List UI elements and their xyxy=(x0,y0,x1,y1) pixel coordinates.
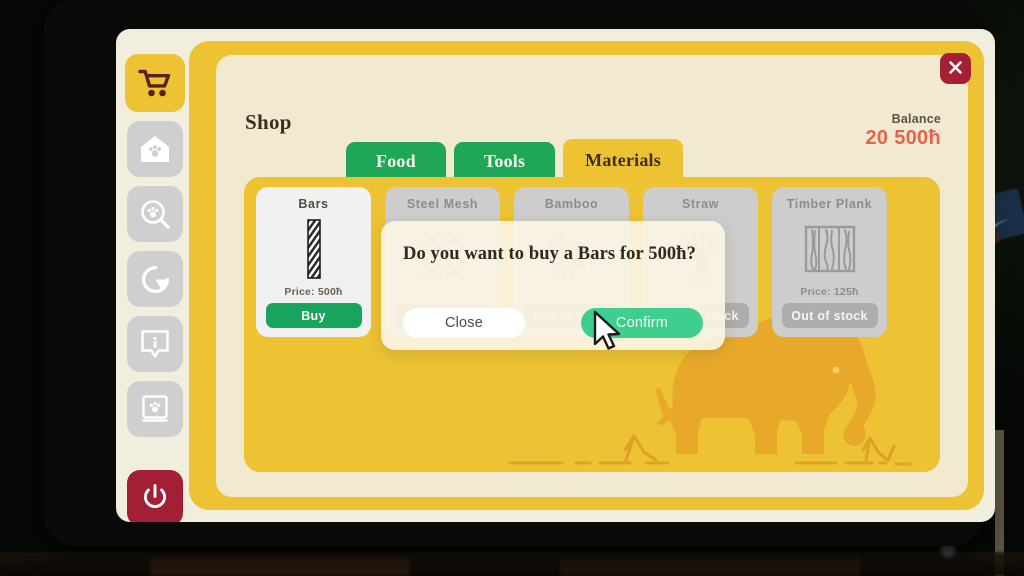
sidebar-item-journal[interactable] xyxy=(127,381,183,437)
paw-search-icon xyxy=(139,198,171,230)
product-name: Bars xyxy=(298,197,329,211)
balance-label: Balance xyxy=(891,112,941,126)
timber-plank-icon xyxy=(780,211,879,286)
product-name: Steel Mesh xyxy=(406,197,479,211)
sidebar-item-home[interactable] xyxy=(127,121,183,177)
tab-tools[interactable]: Tools xyxy=(453,142,556,181)
sidebar xyxy=(116,29,194,522)
tab-bar: Food Tools Materials xyxy=(346,139,683,181)
sidebar-item-info[interactable] xyxy=(127,316,183,372)
dialog-close-button[interactable]: Close xyxy=(403,308,525,338)
product-name: Bamboo xyxy=(544,197,599,211)
product-card-bars[interactable]: Bars Price: 500ħ Buy xyxy=(256,187,371,337)
out-of-stock-button: Out of stock xyxy=(781,303,878,328)
page-title: Shop xyxy=(245,110,292,134)
buy-button[interactable]: Buy xyxy=(265,303,362,328)
product-name: Timber Plank xyxy=(786,197,873,211)
paw-book-icon xyxy=(140,394,170,425)
product-card-timber-plank[interactable]: Timber Plank Price: 125ħ Out of stock xyxy=(772,187,887,337)
balance-block: Balance 20 500ħ xyxy=(866,112,942,150)
product-price: Price: 125ħ xyxy=(800,286,859,298)
desk-object-left xyxy=(150,556,410,576)
refresh-circle-icon xyxy=(140,264,171,295)
dialog-message: Do you want to buy a Bars for 500ħ? xyxy=(403,244,697,264)
desk-object-right xyxy=(560,558,860,576)
dialog-actions: Close Confirm xyxy=(403,308,703,338)
shopping-cart-icon xyxy=(138,68,172,98)
metal-bar-icon xyxy=(264,211,363,286)
dialog-confirm-button[interactable]: Confirm xyxy=(581,308,703,338)
power-icon xyxy=(140,482,170,515)
product-name: Straw xyxy=(681,197,720,211)
pet-house-icon xyxy=(139,134,171,164)
product-price: Price: 500ħ xyxy=(284,286,343,298)
tab-materials[interactable]: Materials xyxy=(563,139,683,181)
sidebar-item-search[interactable] xyxy=(127,186,183,242)
balance-value: 20 500ħ xyxy=(865,127,941,149)
power-button[interactable] xyxy=(127,470,183,522)
tab-food[interactable]: Food xyxy=(346,142,446,181)
close-window-button[interactable] xyxy=(940,53,971,84)
info-bubble-icon xyxy=(140,329,170,360)
confirm-purchase-dialog: Do you want to buy a Bars for 500ħ? Clos… xyxy=(381,221,725,350)
app-screen: Shop Balance 20 500ħ Food Tools Material… xyxy=(116,29,995,522)
close-x-icon xyxy=(948,60,963,78)
monitor-bezel: Shop Balance 20 500ħ Food Tools Material… xyxy=(44,0,995,546)
sidebar-item-shop[interactable] xyxy=(125,54,185,112)
sidebar-item-progress[interactable] xyxy=(127,251,183,307)
